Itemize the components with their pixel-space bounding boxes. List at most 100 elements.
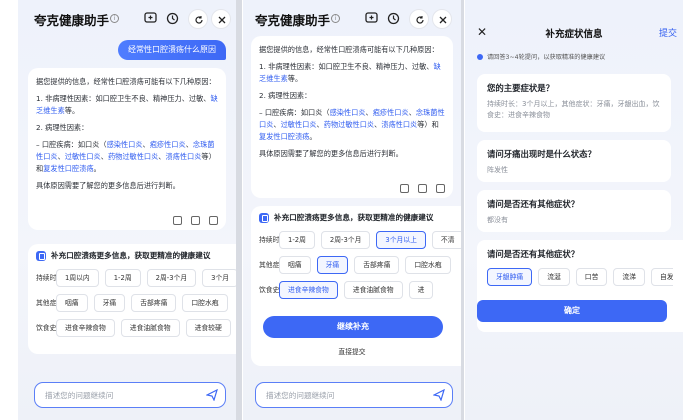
app-title: 夸克健康助手 xyxy=(255,13,331,28)
point1-text: 1. 非病理性因素：如口腔卫生不良、精神压力、过敏、 xyxy=(259,62,434,71)
duration-option-selected[interactable]: 3个月以上 xyxy=(376,231,426,249)
send-icon[interactable] xyxy=(433,389,445,401)
diet-option[interactable]: 进 xyxy=(408,281,434,299)
new-chat-icon[interactable] xyxy=(365,12,378,25)
chat-input[interactable]: 描述您的问题继续问 xyxy=(255,382,453,408)
symptom-option[interactable]: 口腔水疱 xyxy=(182,294,228,312)
diet-option[interactable]: 进食油腻食物 xyxy=(120,319,180,337)
copy-icon[interactable] xyxy=(173,216,182,225)
send-icon[interactable] xyxy=(206,389,218,401)
duration-label: 持续时长 xyxy=(36,274,64,282)
close-button[interactable] xyxy=(211,9,231,29)
duration-option[interactable]: 1-2周 xyxy=(104,269,141,287)
refresh-button[interactable] xyxy=(409,9,429,29)
symptom-option[interactable]: 自发 xyxy=(650,268,673,286)
history-icon[interactable] xyxy=(166,12,179,25)
answer-intro: 据您提供的信息，经常性口腔溃疡可能有以下几种原因： xyxy=(36,77,216,86)
thumbs-down-icon[interactable] xyxy=(436,184,445,193)
history-icon[interactable] xyxy=(387,12,400,25)
duration-option[interactable]: 3个月 xyxy=(202,269,236,287)
diet-label: 饮食史 xyxy=(36,324,57,332)
form-header: ✕ 补充症状信息 提交 xyxy=(465,22,683,42)
info-icon[interactable]: i xyxy=(331,14,340,23)
disease-link[interactable]: 感染性口炎 xyxy=(330,108,366,117)
close-icon xyxy=(218,16,226,24)
answer-actions xyxy=(173,216,218,225)
question-title: 请问牙痛出现时是什么状态？ xyxy=(487,149,596,159)
duration-option[interactable]: 不清 xyxy=(431,231,461,249)
answer-conclusion: 具体原因需要了解您的更多信息后进行判断。 xyxy=(259,149,403,158)
symptom-option[interactable]: 咽痛 xyxy=(279,256,311,274)
diet-option[interactable]: 进食油腻食物 xyxy=(343,281,403,299)
question-answer: 持续时长：3个月以上，其他症状：牙痛，牙龈出血，饮食史：进食辛辣食物 xyxy=(487,100,660,119)
question-card-active: 请问是否还有其他症状？ 牙龈肿痛 流涎 口苦 流涕 自发 确定 xyxy=(477,240,683,332)
symptom-option-selected[interactable]: 牙龈肿痛 xyxy=(487,268,533,286)
phone-screen-1: 夸克健康助手 i 经常性口腔溃疡什么原因 据您提供的信息，经常性口腔溃疡可能有以… xyxy=(18,0,236,420)
continue-button[interactable]: 继续补充 xyxy=(263,316,443,338)
duration-option[interactable]: 2周-3个月 xyxy=(146,269,197,287)
symptom-option[interactable]: 口腔水疱 xyxy=(405,256,451,274)
other-symptoms-row: 其他症状 咽痛 牙痛 舌部疼痛 口腔水疱 xyxy=(259,256,461,274)
disease-link[interactable]: 溃疡性口炎 xyxy=(165,152,201,161)
disease-link[interactable]: 感染性口炎 xyxy=(107,140,143,149)
recurrent-ulcer-link[interactable]: 复发性口腔溃疡 xyxy=(43,164,93,173)
question-card[interactable]: 请问牙痛出现时是什么状态？ 阵发性 xyxy=(477,140,671,182)
symptom-option-selected[interactable]: 牙痛 xyxy=(316,256,349,274)
other-symptoms-label: 其他症状 xyxy=(36,299,64,307)
symptom-option[interactable]: 咽痛 xyxy=(56,294,88,312)
info-icon xyxy=(477,53,483,60)
new-chat-icon[interactable] xyxy=(144,12,157,25)
other-symptoms-label: 其他症状 xyxy=(259,261,287,269)
form-note: 请回答3~4轮提问，以获取精准的健康建议 xyxy=(477,52,605,61)
diet-option-selected[interactable]: 进食辛辣食物 xyxy=(279,281,338,299)
direct-submit-link[interactable]: 直接提交 xyxy=(251,346,453,356)
supplement-header-text: 补充口腔溃疡更多信息，获取更精准的健康建议 xyxy=(51,251,211,260)
symptom-option[interactable]: 舌部疼痛 xyxy=(354,256,400,274)
refresh-button[interactable] xyxy=(188,9,208,29)
app-header: 夸克健康助手 i xyxy=(18,8,236,30)
question-answer: 阵发性 xyxy=(487,166,508,174)
symptom-option[interactable]: 口苦 xyxy=(575,268,608,286)
recurrent-ulcer-link[interactable]: 复发性口腔溃疡 xyxy=(259,132,309,141)
supplement-header-text: 补充口腔溃疡更多信息，获取更精准的健康建议 xyxy=(274,213,434,222)
symptom-option[interactable]: 牙痛 xyxy=(93,294,126,312)
chat-input[interactable]: 描述您的问题继续问 xyxy=(34,382,226,408)
close-button[interactable] xyxy=(432,9,452,29)
disease-link[interactable]: 溃疡性口炎 xyxy=(381,120,417,129)
thumbs-down-icon[interactable] xyxy=(209,216,218,225)
diet-label: 饮食史 xyxy=(259,286,280,294)
duration-option[interactable]: 2周-3个月 xyxy=(320,231,371,249)
diet-option[interactable]: 进食辛辣食物 xyxy=(56,319,115,337)
answer-conclusion: 具体原因需要了解您的更多信息后进行判断。 xyxy=(36,181,180,190)
answer-point-2-title: 2. 病理性因素： xyxy=(36,123,89,132)
symptom-option[interactable]: 舌部疼痛 xyxy=(131,294,177,312)
copy-icon[interactable] xyxy=(400,184,409,193)
duration-option[interactable]: 1-2周 xyxy=(279,231,315,249)
submit-link[interactable]: 提交 xyxy=(659,26,677,39)
question-card[interactable]: 请问是否还有其他症状？ 都没有 xyxy=(477,190,671,232)
disease-link[interactable]: 药物过敏性口炎 xyxy=(108,152,158,161)
user-question-bubble: 经常性口腔溃疡什么原因 xyxy=(118,40,226,60)
diet-option[interactable]: 进食较硬 xyxy=(185,319,231,337)
duration-option[interactable]: 1周以内 xyxy=(56,269,99,287)
disease-link[interactable]: 药物过敏性口炎 xyxy=(324,120,374,129)
refresh-icon xyxy=(416,16,424,24)
other-symptoms-row: 其他症状 咽痛 牙痛 舌部疼痛 口腔水疱 xyxy=(36,294,236,312)
thumbs-up-icon[interactable] xyxy=(418,184,427,193)
point2-end: 。 xyxy=(309,132,317,141)
left-margin xyxy=(0,0,18,420)
refresh-icon xyxy=(195,16,203,24)
disease-link[interactable]: 疱疹性口炎 xyxy=(373,108,409,117)
thumbs-up-icon[interactable] xyxy=(191,216,200,225)
symptom-option[interactable]: 流涎 xyxy=(538,268,570,286)
confirm-button[interactable]: 确定 xyxy=(477,300,667,322)
symptom-option[interactable]: 流涕 xyxy=(613,268,645,286)
app-header: 夸克健康助手 i xyxy=(243,8,461,30)
disease-link[interactable]: 过敏性口炎 xyxy=(281,120,317,129)
disease-link[interactable]: 过敏性口炎 xyxy=(65,152,101,161)
clipboard-icon xyxy=(259,212,269,223)
info-icon[interactable]: i xyxy=(110,14,119,23)
diet-row: 饮食史 进食辛辣食物 进食油腻食物 进食较硬 xyxy=(36,319,236,337)
disease-link[interactable]: 疱疹性口炎 xyxy=(150,140,186,149)
question-card[interactable]: 您的主要症状是？ 持续时长：3个月以上，其他症状：牙痛，牙龈出血，饮食史：进食辛… xyxy=(477,74,671,132)
